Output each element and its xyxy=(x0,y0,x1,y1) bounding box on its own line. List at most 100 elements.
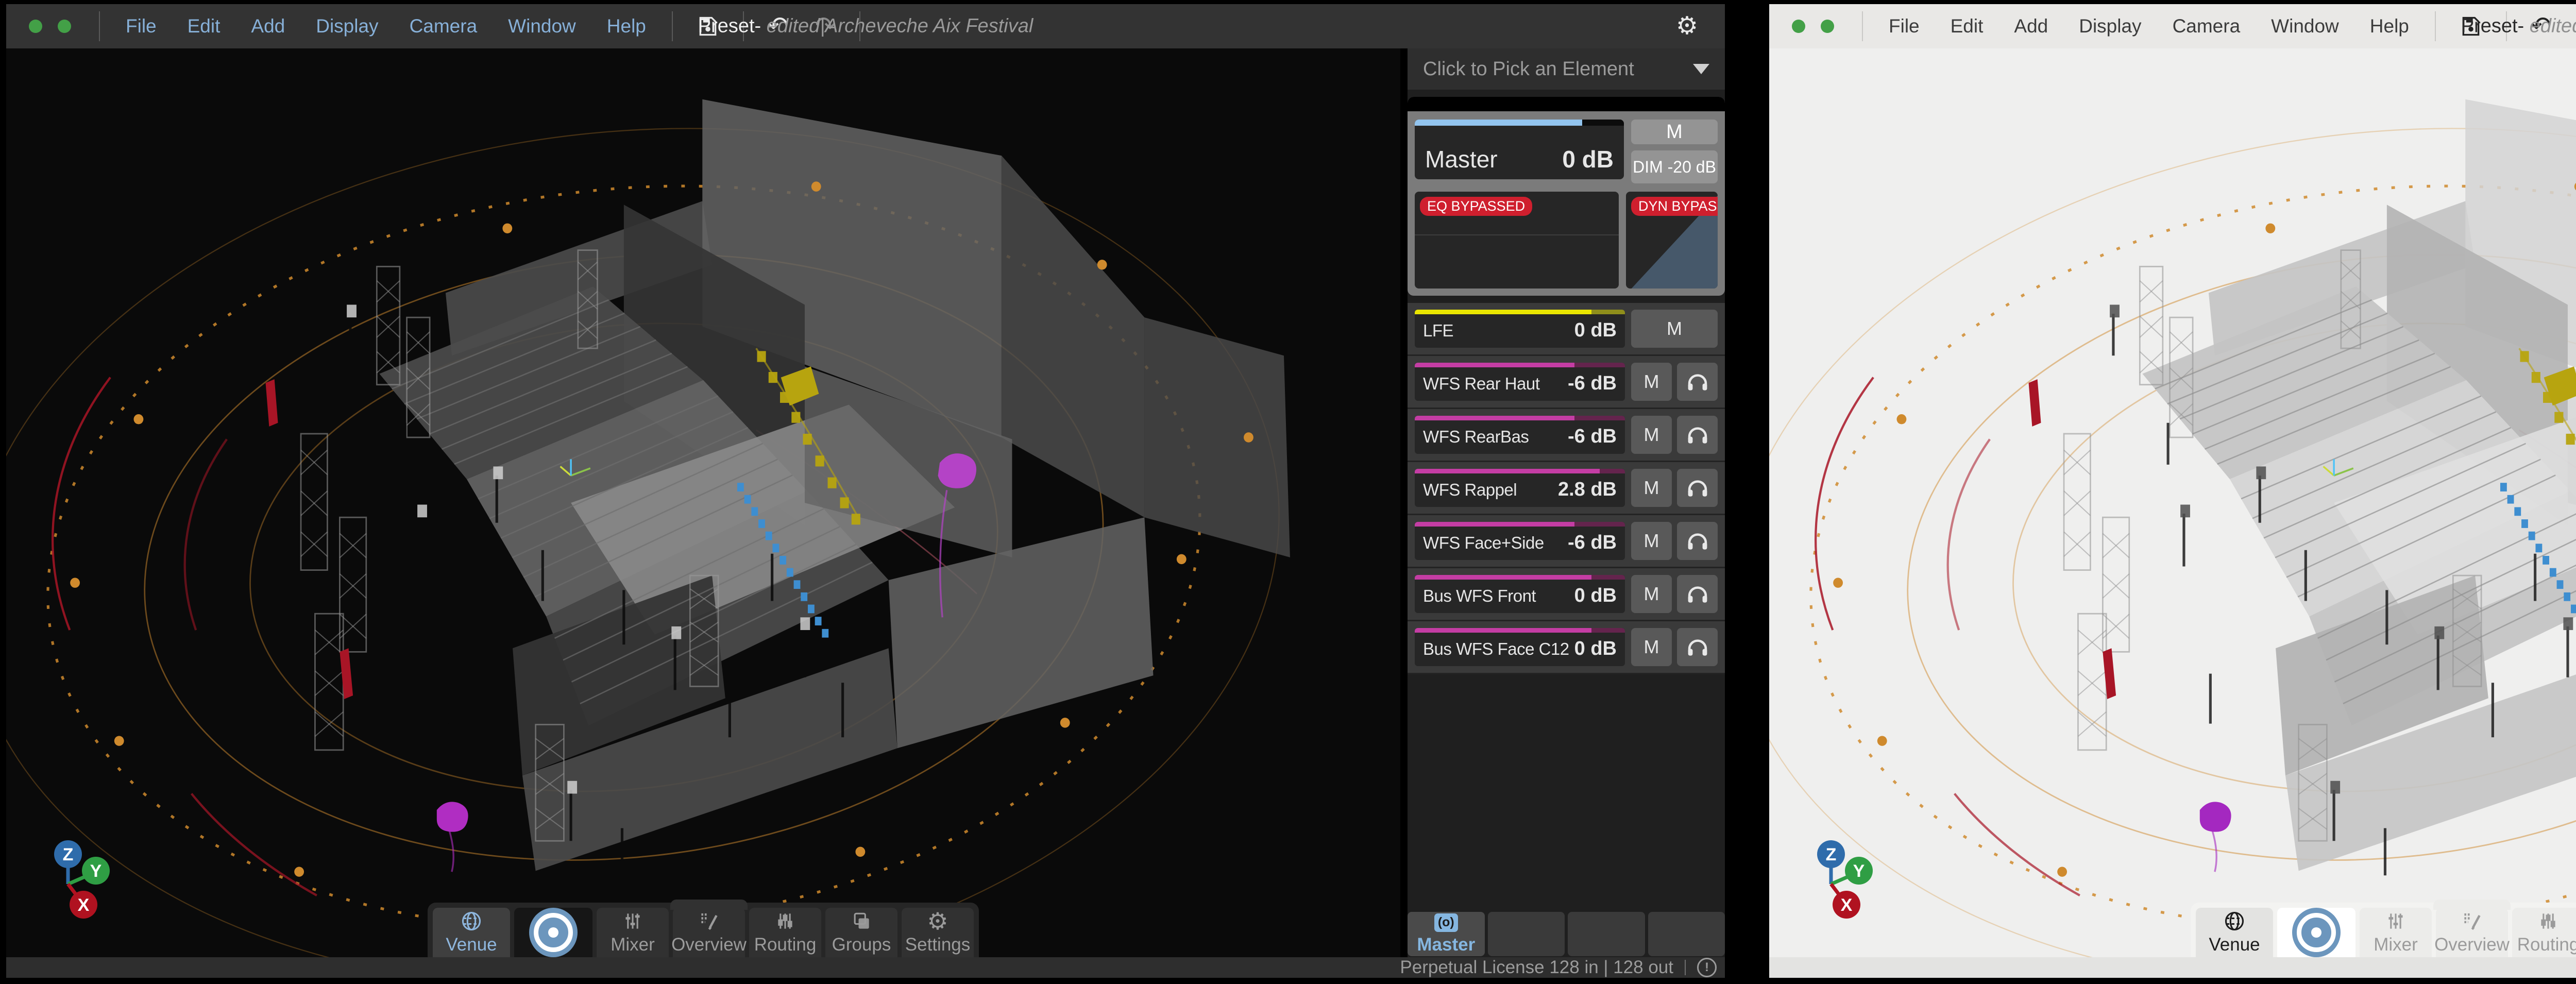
channel-fader[interactable]: WFS Rear Haut -6 dB xyxy=(1415,363,1625,401)
channel-level-bar xyxy=(1415,310,1625,314)
channel-mute-button[interactable]: M xyxy=(1631,522,1672,560)
channel-mute-button[interactable]: M xyxy=(1631,310,1718,348)
menu-items: FileEditAddDisplayCameraWindowHelp xyxy=(1873,15,2425,37)
channel-level-value: -6 dB xyxy=(1568,372,1617,395)
preset-title-name: edited|Archeveche Aix Festival xyxy=(2530,15,2576,37)
channel-fader[interactable]: LFE0 dB xyxy=(1415,310,1625,348)
tab-routing[interactable]: Routing xyxy=(749,908,821,957)
channel-solo-button[interactable] xyxy=(1677,469,1718,507)
menu-help[interactable]: Help xyxy=(591,15,662,37)
sidebar-bottom-tabs: (o) Master xyxy=(1408,912,1725,956)
channel-level-value: 0 dB xyxy=(1574,585,1617,607)
window-dot-icon[interactable] xyxy=(29,20,42,33)
menu-window[interactable]: Window xyxy=(493,15,591,37)
master-panel-header[interactable] xyxy=(1408,97,1725,111)
channel-level-value: 2.8 dB xyxy=(1558,479,1617,501)
mixer-sidebar: Click to Pick an Element Master 0 dB xyxy=(1408,48,1725,957)
tab-venue[interactable]: Venue xyxy=(433,908,510,957)
mixer-icon xyxy=(621,910,644,932)
tab-overview[interactable]: Overview xyxy=(2436,908,2508,957)
mixer-icon xyxy=(2384,910,2407,932)
menu-file[interactable]: File xyxy=(1873,15,1935,37)
menu-file[interactable]: File xyxy=(110,15,172,37)
mixer-channel-row: WFS Rear Haut -6 dB M xyxy=(1408,356,1725,409)
gear-icon[interactable]: ⚙ xyxy=(1663,14,1711,39)
eye-icon xyxy=(2292,908,2341,957)
venue-3d-viewport[interactable]: Z Y X Venue Mixer Overview Routing Group… xyxy=(6,48,1400,957)
channel-mute-button[interactable]: M xyxy=(1631,628,1672,666)
channel-fader[interactable]: Bus WFS Face C120 dB xyxy=(1415,628,1625,666)
channel-fader[interactable]: WFS Face+Side-6 dB xyxy=(1415,522,1625,560)
master-dim-button[interactable]: DIM -20 dB xyxy=(1631,150,1718,183)
channel-solo-button[interactable] xyxy=(1677,416,1718,454)
channel-solo-button[interactable] xyxy=(1677,522,1718,560)
channel-level-bar xyxy=(1415,416,1625,420)
element-picker-dropdown[interactable]: Click to Pick an Element xyxy=(1408,48,1725,90)
tab-groups[interactable]: Groups xyxy=(825,908,897,957)
toolbar-notch xyxy=(670,900,748,910)
chevron-down-icon xyxy=(1693,64,1709,74)
master-fader[interactable]: Master 0 dB xyxy=(1415,120,1624,179)
channel-fader[interactable]: WFS RearBas-6 dB xyxy=(1415,416,1625,454)
tab-label: Routing xyxy=(754,935,817,955)
speaker-icon: (o) xyxy=(1434,913,1458,932)
gizmo-y-label: Y xyxy=(1853,861,1865,881)
window-dot-icon[interactable] xyxy=(1821,20,1834,33)
menu-display[interactable]: Display xyxy=(300,15,394,37)
channel-mute-button[interactable]: M xyxy=(1631,416,1672,454)
axis-gizmo[interactable]: Z Y X xyxy=(38,837,121,924)
dynamics-thumbnail[interactable]: DYN BYPASSED xyxy=(1626,192,1718,289)
master-mute-button[interactable]: M xyxy=(1631,120,1718,144)
window-dot-icon[interactable] xyxy=(58,20,71,33)
gear-icon: ⚙ xyxy=(927,910,948,932)
tab-master-label: Master xyxy=(1417,935,1475,955)
tab-mixer[interactable]: Mixer xyxy=(597,908,669,957)
channel-solo-button[interactable] xyxy=(1677,575,1718,613)
mixer-channel-row: LFE0 dBM xyxy=(1408,303,1725,356)
channel-name: Bus WFS Face C12 xyxy=(1423,639,1569,659)
menu-window[interactable]: Window xyxy=(2256,15,2354,37)
venue-3d-scene xyxy=(1769,48,2576,957)
preset-title-prefix: Preset- xyxy=(698,15,761,37)
tab-overview[interactable]: Overview xyxy=(673,908,745,957)
headphones-icon xyxy=(1686,637,1709,657)
channel-mute-button[interactable]: M xyxy=(1631,575,1672,613)
license-text: Perpetual License 128 in | 128 out xyxy=(1400,957,1673,978)
channel-name: WFS Rear Haut xyxy=(1423,374,1539,394)
channel-mute-button[interactable]: M xyxy=(1631,363,1672,401)
master-panel: Master 0 dB M DIM -20 dB EQ BYPASSED xyxy=(1408,97,1725,296)
tab-mixer[interactable]: Mixer xyxy=(2360,908,2432,957)
tab-routing[interactable]: Routing xyxy=(2512,908,2576,957)
menu-bar: FileEditAddDisplayCameraWindowHelp ↶ ↷ P… xyxy=(6,4,1725,48)
tab-empty[interactable] xyxy=(1488,912,1565,956)
menu-edit[interactable]: Edit xyxy=(172,15,236,37)
tab-venue[interactable]: Venue xyxy=(2196,908,2273,957)
channel-solo-button[interactable] xyxy=(1677,628,1718,666)
menu-add[interactable]: Add xyxy=(1998,15,2063,37)
menu-display[interactable]: Display xyxy=(2063,15,2157,37)
channel-solo-button[interactable] xyxy=(1677,363,1718,401)
menu-camera[interactable]: Camera xyxy=(394,15,493,37)
tab-empty[interactable] xyxy=(1568,912,1645,956)
tab-label: Mixer xyxy=(611,935,655,955)
tab-empty[interactable] xyxy=(1648,912,1725,956)
menu-camera[interactable]: Camera xyxy=(2157,15,2256,37)
axis-gizmo[interactable]: Z Y X xyxy=(1801,837,1884,924)
eq-thumbnail[interactable]: EQ BYPASSED xyxy=(1415,192,1619,289)
channel-fader[interactable]: WFS Rappel2.8 dB xyxy=(1415,469,1625,507)
eye-view-button[interactable] xyxy=(2277,908,2355,957)
channel-level-value: -6 dB xyxy=(1568,426,1617,448)
channel-mute-button[interactable]: M xyxy=(1631,469,1672,507)
menu-add[interactable]: Add xyxy=(235,15,300,37)
channel-fader[interactable]: Bus WFS Front0 dB xyxy=(1415,575,1625,613)
channel-level-bar xyxy=(1415,522,1625,527)
routing-icon xyxy=(774,910,796,932)
eye-view-button[interactable] xyxy=(514,908,592,957)
window-dot-icon[interactable] xyxy=(1792,20,1805,33)
tab-settings[interactable]: ⚙Settings xyxy=(902,908,974,957)
venue-3d-viewport[interactable]: Z Y X Venue Mixer Overview Routing Group… xyxy=(1769,48,2576,957)
warning-icon[interactable]: ! xyxy=(1697,958,1717,977)
tab-master[interactable]: (o) Master xyxy=(1408,912,1484,956)
menu-help[interactable]: Help xyxy=(2354,15,2425,37)
menu-edit[interactable]: Edit xyxy=(1935,15,1999,37)
